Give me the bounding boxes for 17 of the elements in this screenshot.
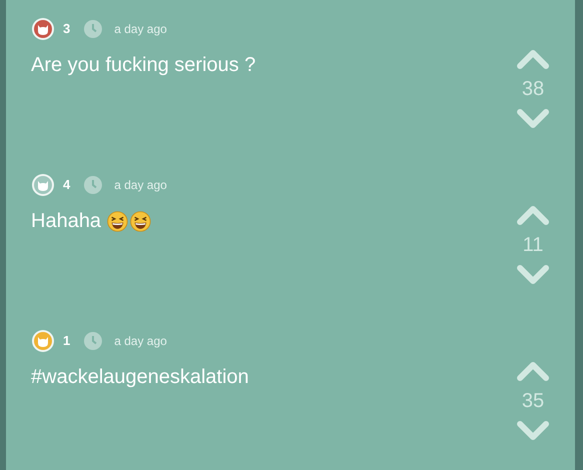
karma-count: 1 (63, 332, 70, 350)
karma-count: 3 (63, 20, 70, 38)
post-time: a day ago (114, 333, 167, 350)
post-text: Are you fucking serious ? (31, 53, 256, 78)
post-text: #wackelaugeneskalation (31, 365, 249, 390)
laughing-face-icon (130, 210, 152, 232)
vote-count: 35 (522, 389, 544, 414)
post-text: Hahaha (31, 209, 102, 234)
karma-count: 4 (63, 176, 70, 194)
clock-icon (84, 176, 102, 194)
clock-icon (84, 20, 102, 38)
vote-count: 11 (522, 233, 544, 258)
post-time: a day ago (114, 177, 167, 194)
laughing-face-icon (107, 210, 128, 232)
vote-count: 38 (522, 77, 544, 102)
clock-icon (84, 332, 102, 350)
post-time: a day ago (114, 21, 167, 38)
